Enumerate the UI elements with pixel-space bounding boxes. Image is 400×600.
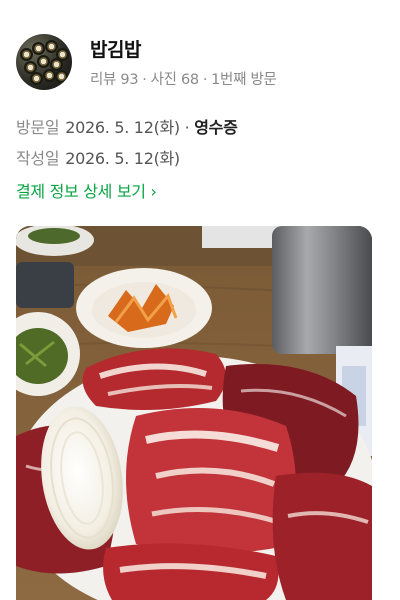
author-nickname[interactable]: 밥김밥 bbox=[90, 35, 277, 62]
avatar[interactable] bbox=[16, 34, 72, 90]
author-stats: 리뷰 93 · 사진 68 · 1번째 방문 bbox=[90, 68, 277, 89]
review-card: 밥김밥 리뷰 93 · 사진 68 · 1번째 방문 방문일 2026. 5. 12(화)… bbox=[0, 0, 400, 600]
photo-count: 사진 68 bbox=[150, 72, 200, 88]
author-profile[interactable]: 밥김밥 리뷰 93 · 사진 68 · 1번째 방문 bbox=[16, 34, 277, 90]
visit-date-label: 방문일 bbox=[16, 118, 60, 137]
visit-date-row: 방문일 2026. 5. 12(화) · 영수증 bbox=[16, 112, 238, 143]
chevron-right-icon: › bbox=[150, 182, 157, 201]
review-count: 리뷰 93 bbox=[90, 72, 139, 88]
review-meta: 방문일 2026. 5. 12(화) · 영수증 작성일 2026. 5. 12(화… bbox=[16, 112, 238, 174]
visit-date: 2026. 5. 12(화) bbox=[65, 118, 180, 137]
author-info: 밥김밥 리뷰 93 · 사진 68 · 1번째 방문 bbox=[90, 35, 277, 89]
separator: · bbox=[142, 72, 147, 88]
payment-details-label: 결제 정보 상세 보기 bbox=[16, 182, 146, 201]
visit-order: 1번째 방문 bbox=[211, 72, 277, 88]
separator: · bbox=[202, 72, 208, 88]
written-date-row: 작성일 2026. 5. 12(화) bbox=[16, 143, 238, 174]
receipt-badge: 영수증 bbox=[194, 118, 238, 137]
payment-details-link[interactable]: 결제 정보 상세 보기 › bbox=[16, 178, 157, 202]
written-date: 2026. 5. 12(화) bbox=[65, 149, 180, 168]
meat-photo-illustration bbox=[16, 226, 372, 600]
separator: · bbox=[184, 118, 190, 137]
written-date-label: 작성일 bbox=[16, 149, 60, 168]
review-photo[interactable] bbox=[16, 226, 372, 600]
